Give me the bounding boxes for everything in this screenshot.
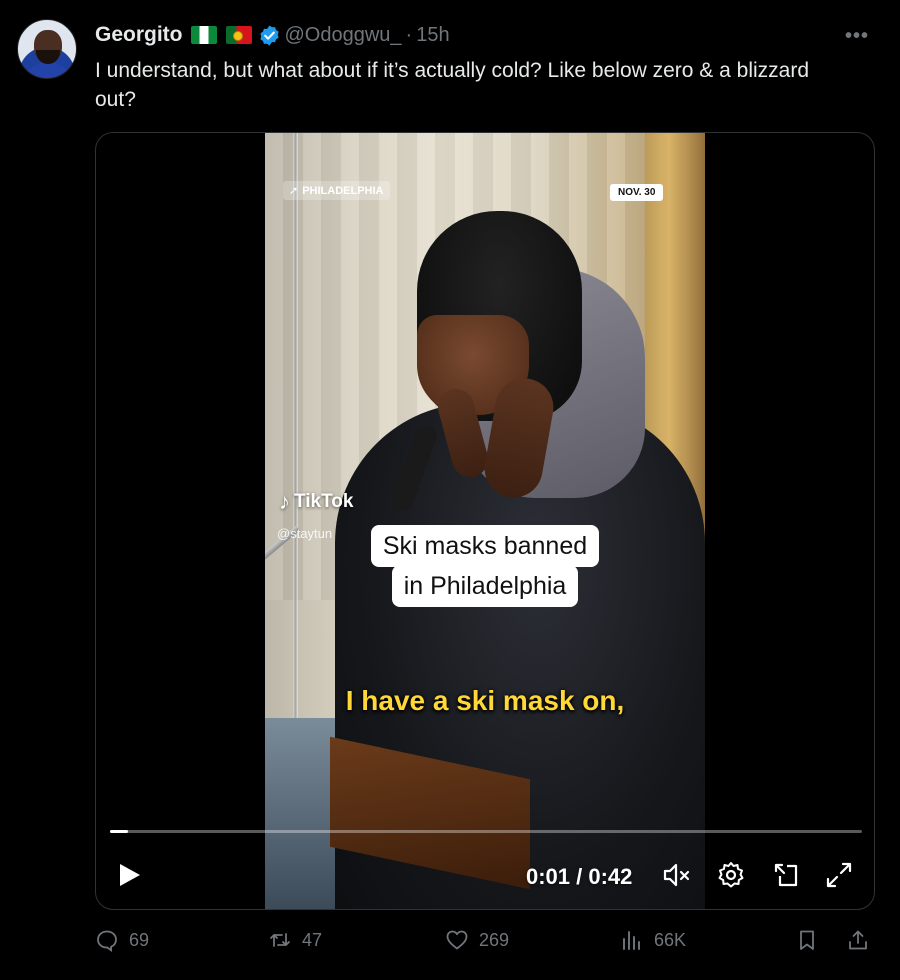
tiktok-watermark-label: TikTok (294, 491, 354, 512)
share-icon (849, 930, 867, 950)
settings-icon[interactable] (716, 860, 746, 890)
reply-button[interactable]: 69 (95, 928, 149, 952)
video-caption: Ski masks banned in Philadelphia (345, 525, 625, 607)
analytics-icon (623, 931, 640, 950)
more-options-icon[interactable]: ••• (845, 25, 869, 48)
play-icon[interactable] (114, 860, 144, 890)
fullscreen-icon[interactable] (824, 860, 854, 890)
bookmark-button[interactable] (795, 928, 819, 952)
mute-icon[interactable] (661, 860, 691, 890)
like-button[interactable]: 269 (445, 928, 509, 952)
reply-count: 69 (129, 929, 150, 950)
video-frame[interactable]: ➚ PHILADELPHIA NOV. 30 ♪ TikTok @staytun… (265, 133, 705, 909)
video-player[interactable]: ➚ PHILADELPHIA NOV. 30 ♪ TikTok @staytun… (95, 132, 875, 910)
heart-icon (446, 930, 468, 950)
location-tag-label: PHILADELPHIA (302, 184, 384, 197)
nigeria-flag-icon (190, 26, 217, 44)
share-button[interactable] (846, 928, 870, 952)
video-progress-fill (110, 830, 129, 833)
video-time-readout: 0:01 / 0:42 (526, 864, 633, 889)
reply-icon (97, 930, 117, 952)
tiktok-handle: @staytun (277, 526, 333, 541)
separator-dot: · (405, 23, 413, 46)
repost-button[interactable]: 47 (268, 928, 322, 952)
tiktok-watermark: ♪ TikTok (279, 489, 353, 515)
location-arrow-icon: ➚ (289, 185, 299, 197)
caption-line-1: Ski masks banned (370, 525, 600, 567)
post-time[interactable]: 15h (416, 24, 449, 47)
user-handle[interactable]: @Odoggwu_ (285, 24, 402, 47)
caption-line-2: in Philadelphia (391, 565, 579, 607)
tweet-header: Georgito @Odoggwu_ · 15h (95, 22, 450, 48)
video-progress-bar[interactable] (110, 830, 862, 833)
repost-icon (270, 933, 290, 947)
avatar[interactable] (17, 19, 77, 79)
like-count: 269 (479, 929, 510, 950)
tiktok-logo-icon: ♪ (279, 489, 290, 514)
portugal-flag-icon (225, 26, 252, 44)
bookmark-icon (800, 930, 814, 950)
location-tag: ➚ PHILADELPHIA (283, 181, 390, 200)
display-name[interactable]: Georgito (95, 23, 183, 47)
tweet-actions: 69 47 269 66K (95, 928, 875, 960)
picture-in-picture-icon[interactable] (771, 860, 801, 890)
repost-count: 47 (302, 929, 323, 950)
views-button[interactable]: 66K (620, 928, 686, 952)
date-tag: NOV. 30 (610, 184, 664, 201)
tweet-text: I understand, but what about if it’s act… (95, 59, 810, 111)
verified-badge-icon (259, 24, 279, 46)
video-subtitle: I have a ski mask on, (345, 685, 625, 716)
view-count: 66K (654, 929, 687, 950)
